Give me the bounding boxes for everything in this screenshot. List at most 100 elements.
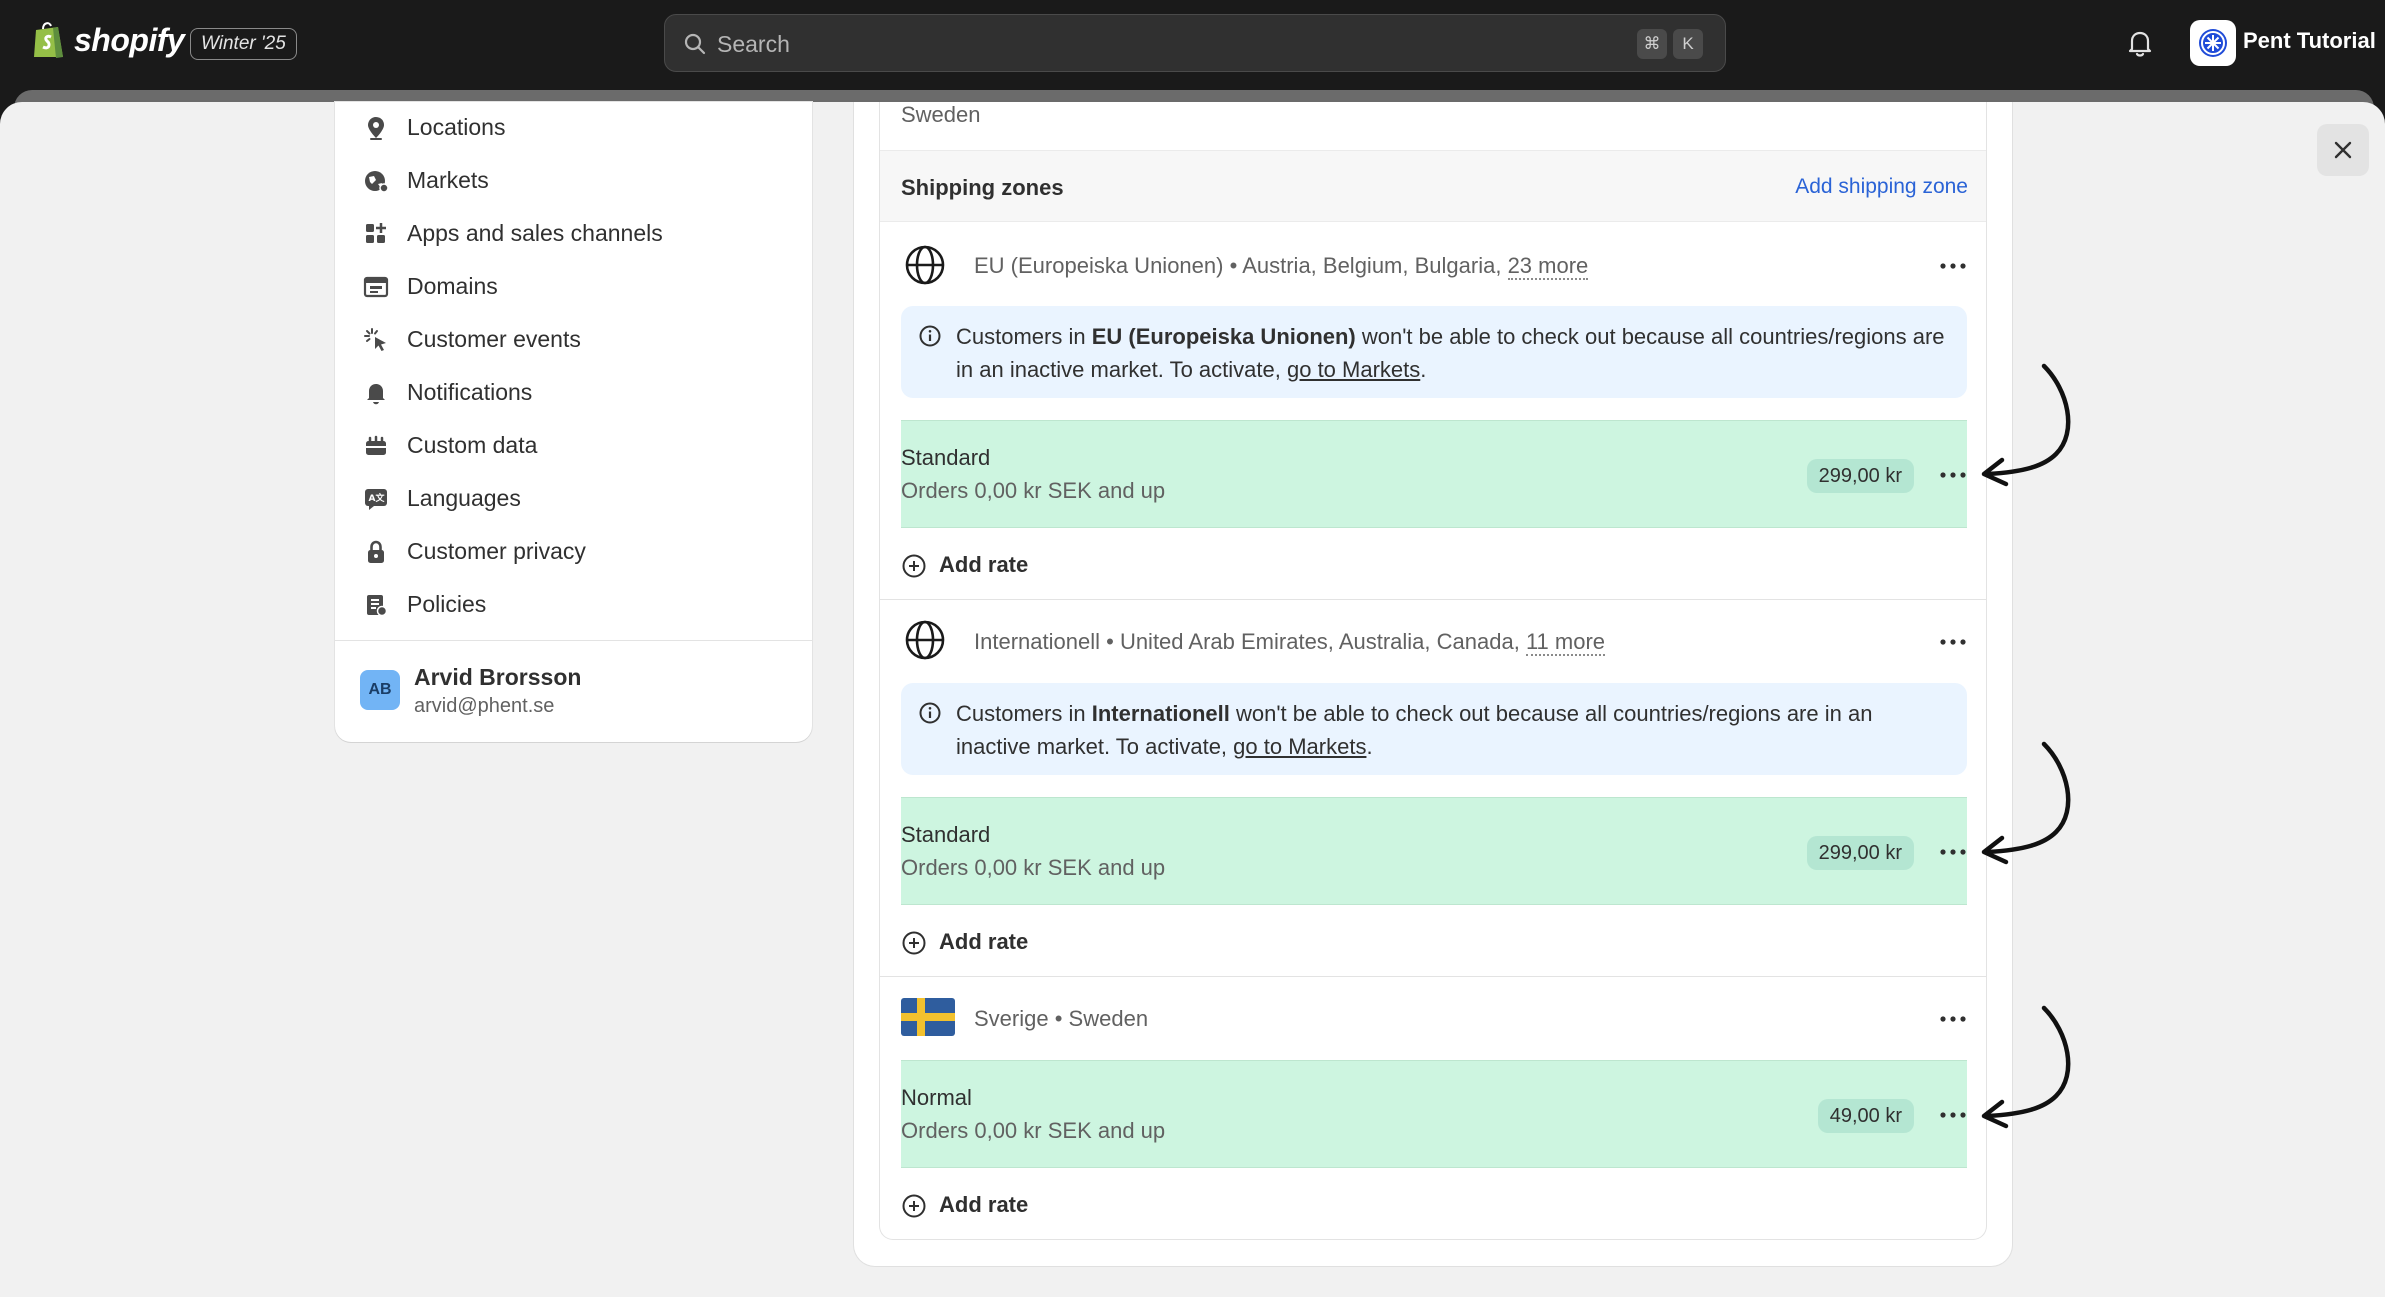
zone-countries: Sweden [1068,1006,1149,1031]
annotation-arrow-icon [1981,741,2071,865]
lock-icon [368,540,384,563]
sidebar-item-label: Custom data [407,432,538,458]
sidebar-item-label: Locations [407,114,506,140]
origin-country: Sweden [901,102,981,127]
plus-circle-icon [902,554,926,578]
zone-countries: United Arab Emirates, Australia, Canada, [1119,629,1520,654]
add-shipping-zone-link[interactable]: Add shipping zone [1795,175,1968,199]
zone-more-countries[interactable]: 11 more [1525,629,1606,656]
go-to-markets-link[interactable]: go to Markets [1287,357,1420,382]
rate-name: Standard [901,445,991,470]
close-settings-button[interactable] [2317,124,2369,176]
apps-icon [366,223,386,243]
notifications-bell-icon[interactable] [2126,28,2154,58]
shipping-rate-row[interactable]: Standard Orders 0,00 kr SEK and up 299,0… [901,420,1967,528]
location-pin-icon [368,117,384,140]
shipping-zone-eu: EU (Europeiska Unionen) • Austria, Belgi… [880,222,1986,599]
bell-icon [367,384,385,405]
zone-separator: • [1229,253,1238,278]
settings-sidebar: Locations Markets Apps and sales channel… [335,102,812,742]
store-logo-icon [2199,29,2227,57]
close-icon [2334,141,2352,159]
user-avatar[interactable]: AB [360,670,400,710]
annotation-arrow-icon [1981,1005,2071,1129]
shipping-zones-title: Shipping zones [901,175,1064,200]
shipping-rate-row[interactable]: Normal Orders 0,00 kr SEK and up 49,00 k… [901,1060,1967,1168]
sidebar-item-label: Apps and sales channels [407,220,663,246]
sidebar-item-domains[interactable]: Domains [335,261,812,313]
svg-text:A文: A文 [369,492,386,504]
zone-more-actions-icon[interactable] [1935,259,1971,273]
sweden-flag-icon [901,998,955,1036]
zone-more-actions-icon[interactable] [1935,1012,1971,1026]
policies-icon [367,595,388,617]
zone-more-actions-icon[interactable] [1935,635,1971,649]
top-bar: shopify Winter '25 Search ⌘ K Pent Tutor… [0,0,2385,88]
zone-countries: Austria, Belgium, Bulgaria, [1242,253,1502,278]
shipping-zone-sverige: Sverige • Sweden Normal Orders 0,00 kr S… [880,976,1986,1239]
info-icon [919,702,941,724]
sidebar-item-label: Notifications [407,379,533,405]
rate-condition: Orders 0,00 kr SEK and up [901,855,1166,880]
add-rate-label: Add rate [939,929,1029,954]
sidebar-item-policies[interactable]: Policies [335,579,812,631]
language-icon: A文 [365,489,387,510]
shipping-rate-row[interactable]: Standard Orders 0,00 kr SEK and up 299,0… [901,797,1967,905]
globe-icon [905,620,945,660]
inactive-market-banner: Customers in Internationell won't be abl… [901,683,1967,775]
custom-data-icon [366,435,386,455]
sidebar-item-notifications[interactable]: Notifications [335,367,812,419]
k-key: K [1673,29,1703,59]
zone-name: Sverige [974,1006,1049,1031]
sidebar-item-languages[interactable]: A文 Languages [335,473,812,525]
search-icon [684,33,706,55]
zone-name: Internationell [974,629,1100,654]
shipping-zone-internationell: Internationell • United Arab Emirates, A… [880,599,1986,976]
brand-name: shopify [74,21,185,58]
sidebar-item-label: Customer privacy [407,538,586,564]
rate-name: Normal [901,1085,972,1110]
zone-separator: • [1106,629,1114,654]
store-name[interactable]: Pent Tutorial [2243,28,2376,54]
sidebar-item-label: Domains [407,273,498,299]
shipping-zones-header: Shipping zones Add shipping zone [880,150,1986,222]
command-key: ⌘ [1637,29,1667,59]
shopify-logo[interactable]: shopify [32,20,185,60]
banner-message: Customers in EU (Europeiska Unionen) won… [956,324,1945,382]
rate-more-actions-icon[interactable] [1935,468,1971,482]
info-icon [919,325,941,347]
domains-icon [363,276,389,298]
zone-title[interactable]: EU (Europeiska Unionen) • Austria, Belgi… [974,253,1589,280]
zone-more-countries[interactable]: 23 more [1507,253,1589,280]
search-placeholder: Search [717,31,790,57]
rate-name: Standard [901,822,991,847]
rate-condition: Orders 0,00 kr SEK and up [901,478,1166,503]
shopify-bag-icon [34,22,63,58]
sidebar-item-custom-data[interactable]: Custom data [335,420,812,472]
user-email: arvid@phent.se [414,695,555,717]
globe-icon [905,245,945,285]
sidebar-item-locations[interactable]: Locations [335,102,812,154]
sidebar-item-label: Policies [407,591,487,617]
shipping-zones-card: Sweden Shipping zones Add shipping zone … [879,102,1987,1240]
user-name[interactable]: Arvid Brorsson [414,664,581,691]
sidebar-item-label: Customer events [407,326,581,352]
annotation-arrow-icon [1981,363,2071,487]
search-bar[interactable]: Search ⌘ K [664,14,1726,72]
store-avatar[interactable] [2190,20,2236,66]
plus-circle-icon [902,1194,926,1218]
sidebar-item-customer-privacy[interactable]: Customer privacy [335,526,812,578]
rate-price-badge: 299,00 kr [1806,459,1914,493]
zone-title[interactable]: Internationell • United Arab Emirates, A… [974,629,1606,656]
sidebar-item-markets[interactable]: Markets [335,155,812,207]
rate-price-badge: 299,00 kr [1806,836,1914,870]
sidebar-item-customer-events[interactable]: Customer events [335,314,812,366]
zone-title[interactable]: Sverige • Sweden [974,1006,1148,1032]
sidebar-item-apps[interactable]: Apps and sales channels [335,208,812,260]
rate-more-actions-icon[interactable] [1935,845,1971,859]
add-rate-label: Add rate [939,552,1029,577]
rate-more-actions-icon[interactable] [1935,1108,1971,1122]
sidebar-item-label: Languages [407,485,521,511]
release-badge[interactable]: Winter '25 [190,28,297,60]
go-to-markets-link[interactable]: go to Markets [1233,734,1366,759]
